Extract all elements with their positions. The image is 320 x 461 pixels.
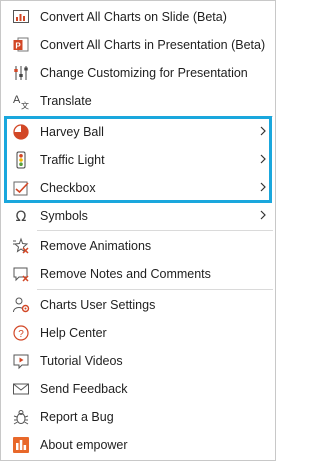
menu-item-label: Translate [40,94,92,108]
menu-item-charts-user-settings[interactable]: Charts User Settings [2,291,274,319]
omega-icon: Ω [12,207,30,225]
menu-separator [37,230,273,231]
menu-item-change-customizing[interactable]: Change Customizing for Presentation [2,59,274,87]
menu-item-label: Symbols [40,209,88,223]
menu-item-remove-animations[interactable]: Remove Animations [2,232,274,260]
menu-item-symbols[interactable]: Ω Symbols [2,202,274,230]
bug-icon [12,408,30,426]
svg-text:?: ? [18,329,24,340]
help-icon: ? [12,324,30,342]
remove-animations-icon [12,237,30,255]
user-settings-icon [12,296,30,314]
chart-convert-slide-icon [12,8,30,26]
menu-item-label: Report a Bug [40,410,114,424]
translate-icon: A 文 [12,92,30,110]
remove-notes-icon [12,265,30,283]
menu-item-label: Convert All Charts in Presentation (Beta… [40,38,266,52]
menu-item-label: Charts User Settings [40,298,156,312]
svg-text:Ω: Ω [16,209,27,225]
menu-item-report-bug[interactable]: Report a Bug [2,403,274,431]
menu-item-label: Convert All Charts on Slide (Beta) [40,10,227,24]
menu-item-label: Change Customizing for Presentation [40,66,248,80]
svg-text:P: P [15,41,21,50]
menu-item-label: Help Center [40,326,107,340]
menu-item-convert-charts-slide[interactable]: Convert All Charts on Slide (Beta) [2,3,274,31]
menu-item-about-empower[interactable]: About empower [2,431,274,459]
menu-item-help-center[interactable]: ? Help Center [2,319,274,347]
sliders-icon [12,64,30,82]
chevron-right-icon [258,208,268,222]
envelope-icon [12,380,30,398]
selection-highlight [4,116,272,203]
menu-item-send-feedback[interactable]: Send Feedback [2,375,274,403]
svg-text:A: A [13,94,21,106]
menu-item-label: Send Feedback [40,382,128,396]
menu-item-label: Tutorial Videos [40,354,123,368]
menu-item-label: Remove Notes and Comments [40,267,211,281]
menu-item-translate[interactable]: A 文 Translate [2,87,274,115]
menu-item-label: About empower [40,438,128,452]
menu-item-label: Remove Animations [40,239,152,253]
menu-item-tutorial-videos[interactable]: Tutorial Videos [2,347,274,375]
context-menu: Convert All Charts on Slide (Beta) P Con… [0,0,276,461]
chart-convert-presentation-icon: P [12,36,30,54]
menu-item-convert-charts-presentation[interactable]: P Convert All Charts in Presentation (Be… [2,31,274,59]
video-icon [12,352,30,370]
menu-item-remove-notes[interactable]: Remove Notes and Comments [2,260,274,288]
empower-logo-icon [12,436,30,454]
svg-text:文: 文 [21,101,29,111]
menu-separator [37,289,273,290]
